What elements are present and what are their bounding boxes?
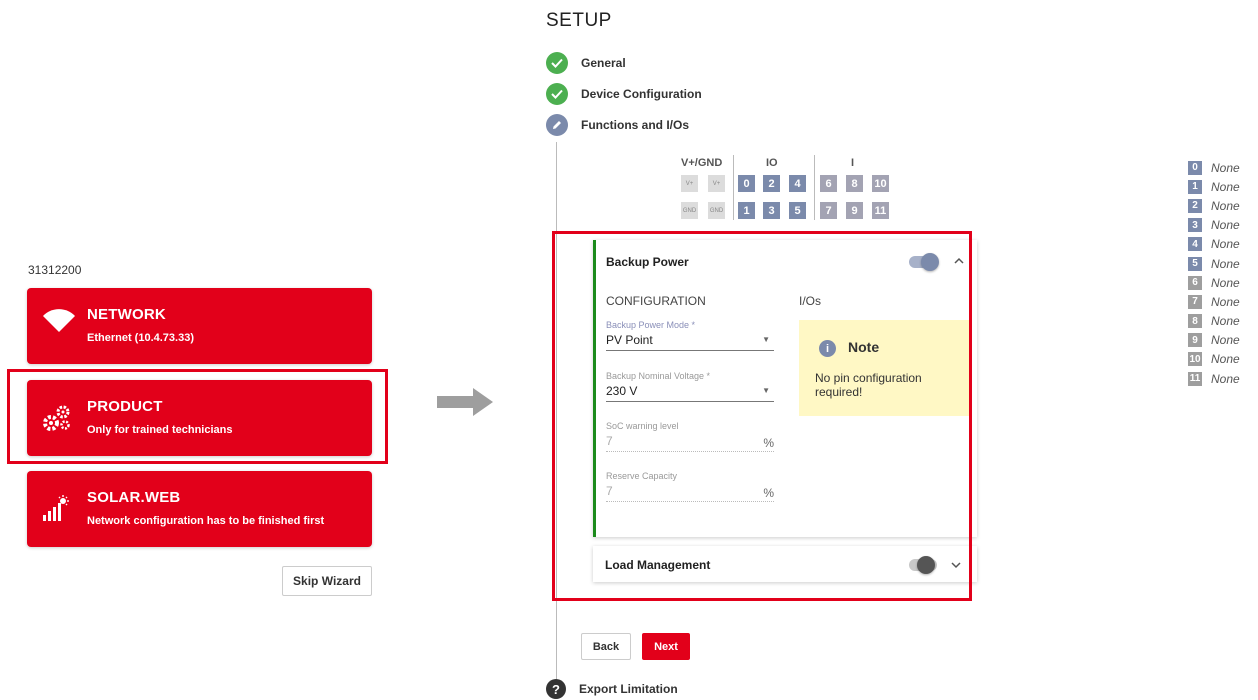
- pin-assignment: None: [1211, 179, 1240, 194]
- pin-vplus: V+: [708, 175, 725, 192]
- pin-divider: [733, 155, 734, 220]
- pin-number: 4: [1188, 237, 1202, 252]
- pin-assignment-row: 3 None: [1188, 216, 1240, 235]
- pin-io[interactable]: 1: [738, 202, 755, 219]
- skip-wizard-button[interactable]: Skip Wizard: [282, 566, 372, 596]
- pin-assignment: None: [1211, 333, 1240, 348]
- pencil-icon: [546, 114, 568, 136]
- solarweb-card-subtitle: Network configuration has to be finished…: [87, 515, 325, 527]
- pin-assignment-row: 4 None: [1188, 235, 1240, 254]
- pin-gnd: GND: [708, 202, 725, 219]
- pin-io[interactable]: 2: [763, 175, 780, 192]
- next-button[interactable]: Next: [642, 633, 690, 660]
- back-button[interactable]: Back: [581, 633, 631, 660]
- pin-input[interactable]: 11: [872, 202, 889, 219]
- pin-assignment-row: 10 None: [1188, 350, 1240, 369]
- pin-input[interactable]: 9: [846, 202, 863, 219]
- pin-assignment-row: 8 None: [1188, 312, 1240, 331]
- pin-number: 8: [1188, 314, 1202, 329]
- solarweb-card-title: SOLAR.WEB: [87, 489, 181, 506]
- pin-number: 3: [1188, 218, 1202, 233]
- pin-assignment: None: [1211, 218, 1240, 233]
- check-icon: [546, 83, 568, 105]
- pin-number: 6: [1188, 275, 1202, 290]
- pin-input[interactable]: 7: [820, 202, 837, 219]
- pin-assignment: None: [1211, 237, 1240, 252]
- pin-number: 2: [1188, 198, 1202, 213]
- solar-chart-icon: [41, 495, 75, 525]
- pin-number: 0: [1188, 160, 1202, 175]
- wifi-icon: [41, 306, 75, 336]
- step-label: General: [581, 56, 626, 70]
- product-highlight-frame: [7, 369, 388, 464]
- setup-title: SETUP: [546, 10, 612, 31]
- pin-header-io: IO: [766, 157, 778, 169]
- pin-assignment-row: 2 None: [1188, 196, 1240, 215]
- help-icon: ?: [546, 679, 566, 699]
- network-card-title: NETWORK: [87, 306, 166, 323]
- pin-io[interactable]: 0: [738, 175, 755, 192]
- step-label: Export Limitation: [579, 682, 678, 696]
- pin-io[interactable]: 5: [789, 202, 806, 219]
- step-functions-ios[interactable]: Functions and I/Os: [546, 114, 689, 136]
- step-general[interactable]: General: [546, 52, 626, 74]
- pin-assignment: None: [1211, 160, 1240, 175]
- pin-assignment: None: [1211, 371, 1240, 386]
- pin-number: 7: [1188, 294, 1202, 309]
- pin-number: 5: [1188, 256, 1202, 271]
- pin-assignment: None: [1211, 314, 1240, 329]
- pin-assignment: None: [1211, 256, 1240, 271]
- pin-divider: [814, 155, 815, 220]
- pin-number: 9: [1188, 333, 1202, 348]
- device-serial: 31312200: [28, 263, 82, 277]
- step-export-limitation[interactable]: ? Export Limitation: [546, 679, 678, 699]
- pin-assignment-list: 0 None 1 None 2 None 3 None 4 None 5 None 6 Non…: [1188, 158, 1240, 388]
- pin-number: 1: [1188, 179, 1202, 194]
- app-root: 31312200 NETWORK Ethernet (10.4.73.33) P…: [0, 0, 1258, 700]
- pin-header-vgnd: V+/GND: [681, 157, 723, 169]
- network-card[interactable]: NETWORK Ethernet (10.4.73.33): [27, 288, 372, 364]
- pin-number: 10: [1188, 352, 1202, 367]
- solarweb-card[interactable]: SOLAR.WEB Network configuration has to b…: [27, 471, 372, 547]
- pin-input[interactable]: 6: [820, 175, 837, 192]
- pin-assignment: None: [1211, 294, 1240, 309]
- step-device-configuration[interactable]: Device Configuration: [546, 83, 702, 105]
- pin-assignment-row: 1 None: [1188, 177, 1240, 196]
- pin-header-i: I: [851, 157, 855, 169]
- pin-input[interactable]: 8: [846, 175, 863, 192]
- pin-io[interactable]: 4: [789, 175, 806, 192]
- arrow-right-icon: [437, 388, 493, 421]
- pin-assignment: None: [1211, 198, 1240, 213]
- pin-io[interactable]: 3: [763, 202, 780, 219]
- functions-highlight-frame: [552, 231, 972, 601]
- pin-assignment: None: [1211, 275, 1240, 290]
- pin-assignment-row: 11 None: [1188, 369, 1240, 388]
- pin-assignment: None: [1211, 352, 1240, 367]
- pin-vplus: V+: [681, 175, 698, 192]
- pin-assignment-row: 9 None: [1188, 331, 1240, 350]
- pin-assignment-row: 7 None: [1188, 292, 1240, 311]
- step-label: Functions and I/Os: [581, 118, 690, 132]
- pin-number: 11: [1188, 371, 1202, 386]
- pin-input[interactable]: 10: [872, 175, 889, 192]
- step-label: Device Configuration: [581, 87, 702, 101]
- pin-assignment-row: 6 None: [1188, 273, 1240, 292]
- pin-assignment-row: 0 None: [1188, 158, 1240, 177]
- pin-assignment-row: 5 None: [1188, 254, 1240, 273]
- pin-gnd: GND: [681, 202, 698, 219]
- network-card-subtitle: Ethernet (10.4.73.33): [87, 332, 194, 344]
- check-icon: [546, 52, 568, 74]
